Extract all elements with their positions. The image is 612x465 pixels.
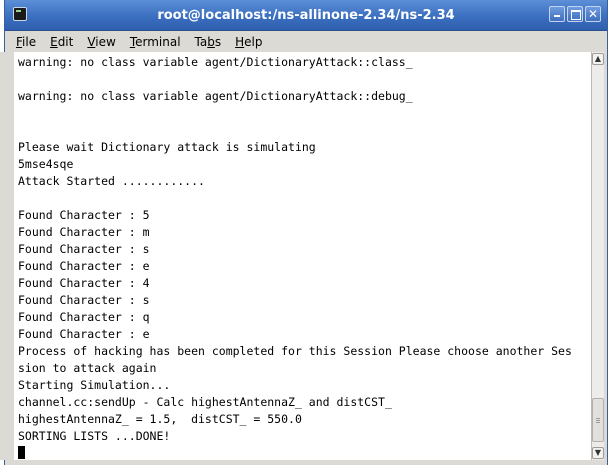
terminal-line: 5mse4sqe <box>18 157 74 171</box>
text-cursor <box>18 446 25 459</box>
maximize-icon <box>571 10 581 20</box>
scroll-down-icon[interactable]: ▼ <box>592 447 604 459</box>
menu-edit[interactable]: Edit <box>45 33 78 51</box>
terminal-line: Found Character : e <box>18 259 150 273</box>
terminal-line: Please wait Dictionary attack is simulat… <box>18 140 316 154</box>
terminal-line: warning: no class variable agent/Diction… <box>18 89 413 103</box>
vertical-scrollbar[interactable]: ▲ ▼ <box>591 52 604 460</box>
terminal-line: Found Character : q <box>18 310 150 324</box>
terminal-line: channel.cc:sendUp - Calc highestAntennaZ… <box>18 395 392 409</box>
window-frame-edge <box>0 52 14 460</box>
close-icon: ✕ <box>587 7 599 21</box>
scroll-up-icon[interactable]: ▲ <box>592 53 604 65</box>
menu-tabs[interactable]: Tabs <box>190 33 227 51</box>
terminal-line: Found Character : s <box>18 293 150 307</box>
maximize-button[interactable] <box>567 6 583 22</box>
terminal-line: Attack Started ............ <box>18 174 205 188</box>
menu-view[interactable]: View <box>82 33 120 51</box>
terminal-line: warning: no class variable agent/Diction… <box>18 55 413 69</box>
terminal-line: Found Character : m <box>18 225 150 239</box>
terminal-line: Found Character : s <box>18 242 150 256</box>
window-title: root@localhost:/ns-allinone-2.34/ns-2.34 <box>157 8 455 23</box>
menu-terminal[interactable]: Terminal <box>125 33 186 51</box>
scrollbar-thumb[interactable] <box>592 398 604 442</box>
menu-file[interactable]: File <box>11 33 41 51</box>
terminal-lines: warning: no class variable agent/Diction… <box>18 54 591 460</box>
minimize-button[interactable] <box>549 6 565 22</box>
terminal-line: highestAntennaZ_ = 1.5, distCST_ = 550.0 <box>18 412 302 426</box>
terminal-line: Found Character : 4 <box>18 276 150 290</box>
terminal-output[interactable]: warning: no class variable agent/Diction… <box>14 52 591 460</box>
terminal-line: Found Character : e <box>18 327 150 341</box>
title-bar[interactable]: root@localhost:/ns-allinone-2.34/ns-2.34… <box>5 0 607 31</box>
terminal-line: Process of hacking has been completed fo… <box>18 344 572 358</box>
menu-bar: File Edit View Terminal Tabs Help <box>5 31 607 52</box>
terminal-line: Starting Simulation... <box>18 378 171 392</box>
minimize-icon <box>554 15 560 17</box>
terminal-line: Found Character : 5 <box>18 208 150 222</box>
terminal-line: sion to attack again <box>18 361 157 375</box>
terminal-prompt-line[interactable] <box>18 445 591 460</box>
window-controls: ✕ <box>549 6 601 22</box>
close-button[interactable]: ✕ <box>585 6 601 22</box>
terminal-line: SORTING LISTS ...DONE! <box>18 429 171 443</box>
menu-help[interactable]: Help <box>230 33 267 51</box>
